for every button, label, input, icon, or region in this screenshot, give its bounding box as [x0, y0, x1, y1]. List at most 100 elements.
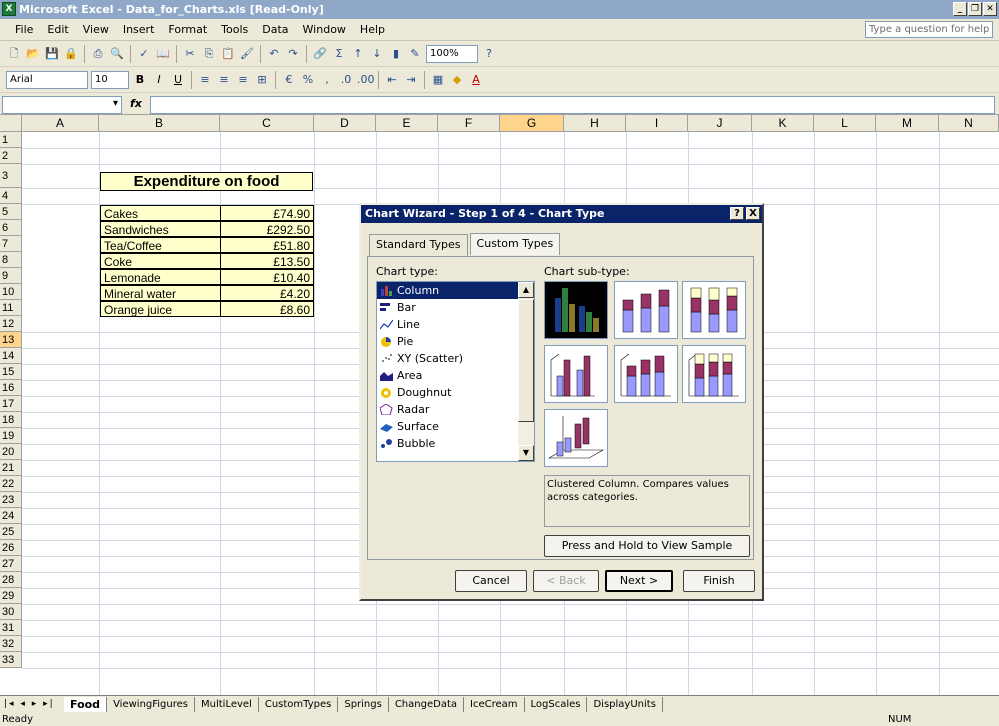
table-title-cell[interactable]: Expenditure on food	[100, 172, 313, 191]
paste-icon[interactable]: 📋	[220, 46, 236, 62]
formula-input[interactable]	[150, 96, 995, 114]
research-icon[interactable]: 📖	[155, 46, 171, 62]
font-size-select[interactable]: 10	[91, 71, 129, 89]
sheet-tab[interactable]: DisplayUnits	[587, 696, 663, 712]
sheet-tab[interactable]: Springs	[338, 696, 389, 712]
increase-decimal-icon[interactable]: .0	[338, 72, 354, 88]
column-header[interactable]: K	[752, 115, 814, 132]
menu-window[interactable]: Window	[296, 19, 353, 41]
row-header[interactable]: 1	[0, 132, 22, 148]
format-painter-icon[interactable]: 🖌	[239, 46, 255, 62]
food-value-cell[interactable]: £13.50	[220, 253, 314, 269]
currency-icon[interactable]: €	[281, 72, 297, 88]
column-header[interactable]: A	[22, 115, 99, 132]
column-header[interactable]: L	[814, 115, 876, 132]
permission-icon[interactable]: 🔒	[63, 46, 79, 62]
zoom-select[interactable]: 100%	[426, 45, 478, 63]
row-header[interactable]: 24	[0, 508, 22, 524]
scroll-up-icon[interactable]: ▲	[518, 282, 534, 298]
row-header[interactable]: 20	[0, 444, 22, 460]
column-header[interactable]: C	[220, 115, 314, 132]
percent-icon[interactable]: %	[300, 72, 316, 88]
row-header[interactable]: 7	[0, 236, 22, 252]
sheet-nav-arrows-icon[interactable]: |◂ ◂ ▸ ▸|	[0, 699, 64, 709]
function-icon[interactable]: fx	[130, 97, 142, 110]
menu-data[interactable]: Data	[255, 19, 295, 41]
chart-type-scrollbar[interactable]: ▲ ▼	[518, 282, 534, 461]
column-header[interactable]: H	[564, 115, 626, 132]
sheet-tab[interactable]: LogScales	[525, 696, 588, 712]
chart-type-item[interactable]: XY (Scatter)	[377, 350, 534, 367]
drawing-icon[interactable]: ✎	[407, 46, 423, 62]
column-header[interactable]: N	[939, 115, 999, 132]
subtype-3d-clustered-column[interactable]	[544, 345, 608, 403]
row-header[interactable]: 21	[0, 460, 22, 476]
sheet-tab[interactable]: CustomTypes	[259, 696, 339, 712]
row-header[interactable]: 23	[0, 492, 22, 508]
subtype-stacked-column[interactable]	[614, 281, 678, 339]
sheet-tab[interactable]: ChangeData	[389, 696, 464, 712]
finish-button[interactable]: Finish	[683, 570, 755, 592]
food-name-cell[interactable]: Cakes	[100, 205, 221, 221]
row-header[interactable]: 5	[0, 204, 22, 220]
sort-descending-icon[interactable]: ↓	[369, 46, 385, 62]
menu-view[interactable]: View	[76, 19, 116, 41]
next-button[interactable]: Next >	[605, 570, 673, 592]
subtype-3d-column[interactable]	[544, 409, 608, 467]
sheet-tab[interactable]: IceCream	[464, 696, 525, 712]
chart-type-item[interactable]: Bubble	[377, 435, 534, 452]
print-icon[interactable]: ⎙	[90, 46, 106, 62]
row-header[interactable]: 16	[0, 380, 22, 396]
food-name-cell[interactable]: Sandwiches	[100, 221, 221, 237]
hyperlink-icon[interactable]: 🔗	[312, 46, 328, 62]
chart-type-list[interactable]: Column Bar Line Pie XY (Scatter) Area Do…	[376, 281, 535, 462]
food-value-cell[interactable]: £4.20	[220, 285, 314, 301]
row-header[interactable]: 29	[0, 588, 22, 604]
column-header[interactable]: F	[438, 115, 500, 132]
sheet-tab[interactable]: MultiLevel	[195, 696, 259, 712]
subtype-100-stacked-column[interactable]	[682, 281, 746, 339]
row-header[interactable]: 25	[0, 524, 22, 540]
row-header[interactable]: 2	[0, 148, 22, 164]
subtype-3d-stacked-column[interactable]	[614, 345, 678, 403]
align-left-icon[interactable]: ≡	[197, 72, 213, 88]
row-header[interactable]: 13	[0, 332, 22, 348]
row-header[interactable]: 17	[0, 396, 22, 412]
column-header[interactable]: D	[314, 115, 376, 132]
chart-type-item[interactable]: Doughnut	[377, 384, 534, 401]
menu-tools[interactable]: Tools	[214, 19, 255, 41]
chart-type-item[interactable]: Column	[377, 282, 534, 299]
italic-icon[interactable]: I	[151, 72, 167, 88]
column-header[interactable]: G	[500, 115, 564, 132]
column-header[interactable]: E	[376, 115, 438, 132]
chart-type-item[interactable]: Bar	[377, 299, 534, 316]
row-header[interactable]: 22	[0, 476, 22, 492]
row-header[interactable]: 27	[0, 556, 22, 572]
print-preview-icon[interactable]: 🔍	[109, 46, 125, 62]
font-color-icon[interactable]: A	[468, 72, 484, 88]
chart-type-item[interactable]: Pie	[377, 333, 534, 350]
subtype-clustered-column[interactable]	[544, 281, 608, 339]
food-name-cell[interactable]: Tea/Coffee	[100, 237, 221, 253]
row-header[interactable]: 32	[0, 636, 22, 652]
row-header[interactable]: 4	[0, 188, 22, 204]
tab-standard-types[interactable]: Standard Types	[369, 234, 468, 256]
row-header[interactable]: 33	[0, 652, 22, 668]
help-icon[interactable]: ?	[481, 46, 497, 62]
restore-button[interactable]: ❐	[968, 2, 982, 16]
name-box[interactable]	[2, 96, 122, 114]
row-header[interactable]: 9	[0, 268, 22, 284]
food-name-cell[interactable]: Lemonade	[100, 269, 221, 285]
row-header[interactable]: 14	[0, 348, 22, 364]
row-header[interactable]: 31	[0, 620, 22, 636]
chart-type-item[interactable]: Area	[377, 367, 534, 384]
decrease-indent-icon[interactable]: ⇤	[384, 72, 400, 88]
help-search-input[interactable]: Type a question for help	[865, 21, 993, 38]
food-value-cell[interactable]: £10.40	[220, 269, 314, 285]
autosum-icon[interactable]: Σ	[331, 46, 347, 62]
chart-type-item[interactable]: Radar	[377, 401, 534, 418]
row-header[interactable]: 11	[0, 300, 22, 316]
food-value-cell[interactable]: £8.60	[220, 301, 314, 317]
menu-insert[interactable]: Insert	[116, 19, 162, 41]
redo-icon[interactable]: ↷	[285, 46, 301, 62]
